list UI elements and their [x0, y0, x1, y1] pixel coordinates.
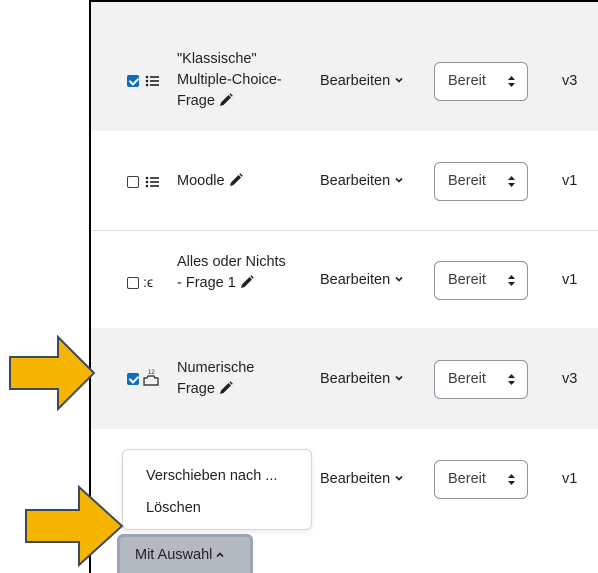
multichoice-icon: [145, 74, 159, 91]
status-select[interactable]: Bereit: [434, 460, 528, 499]
version-label: v1: [562, 471, 578, 487]
menu-item-move[interactable]: Verschieben nach ...: [146, 468, 277, 484]
callout-arrow-icon: [9, 335, 96, 411]
edit-menu-button[interactable]: Bearbeiten: [320, 272, 403, 288]
pencil-icon[interactable]: [219, 381, 233, 395]
chevron-down-icon: [395, 77, 403, 83]
question-name[interactable]: Moodle: [177, 171, 243, 192]
multichoice-icon: [145, 175, 159, 192]
callout-arrow-icon: [25, 485, 124, 567]
table-row: :ϵ Alles oder Nichts - Frage 1 Bearbeite…: [91, 230, 598, 329]
status-select[interactable]: Bereit: [434, 62, 528, 101]
sort-caret-icon: [508, 474, 515, 485]
sort-caret-icon: [508, 374, 515, 385]
chevron-down-icon: [395, 177, 403, 183]
version-label: v1: [562, 173, 578, 189]
status-select[interactable]: Bereit: [434, 162, 528, 201]
row-checkbox[interactable]: [127, 373, 139, 385]
pencil-icon[interactable]: [240, 275, 254, 289]
status-select[interactable]: Bereit: [434, 261, 528, 300]
bulk-action-menu: Verschieben nach ... Löschen: [122, 449, 312, 530]
question-name[interactable]: Alles oder Nichts - Frage 1: [177, 252, 286, 294]
sort-caret-icon: [508, 275, 515, 286]
chevron-up-icon: [216, 552, 224, 558]
with-selection-button[interactable]: Mit Auswahl: [117, 534, 253, 573]
row-checkbox[interactable]: [127, 176, 139, 188]
row-checkbox[interactable]: [127, 277, 139, 289]
menu-item-delete[interactable]: Löschen: [146, 500, 201, 516]
sort-caret-icon: [508, 176, 515, 187]
table-row: 12 Numerische Frage Bearbeiten Bereit v3: [91, 328, 598, 429]
table-row: "Klassische" Multiple-Choice- Frage Bear…: [91, 31, 598, 131]
chevron-down-icon: [395, 375, 403, 381]
question-name[interactable]: "Klassische" Multiple-Choice- Frage: [177, 49, 282, 112]
status-select[interactable]: Bereit: [434, 360, 528, 399]
row-checkbox[interactable]: [127, 75, 139, 87]
version-label: v3: [562, 73, 578, 89]
version-label: v3: [562, 371, 578, 387]
question-name[interactable]: Numerische Frage: [177, 358, 254, 400]
chevron-down-icon: [395, 276, 403, 282]
table-row-top-partial: [91, 2, 598, 31]
numerical-icon: 12: [143, 368, 159, 389]
svg-text:12: 12: [148, 370, 155, 376]
multianswer-icon: :ϵ: [143, 274, 154, 290]
edit-menu-button[interactable]: Bearbeiten: [320, 73, 403, 89]
pencil-icon[interactable]: [229, 173, 243, 187]
table-row: Moodle Bearbeiten Bereit v1: [91, 131, 598, 230]
chevron-down-icon: [395, 475, 403, 481]
pencil-icon[interactable]: [219, 93, 233, 107]
sort-caret-icon: [508, 76, 515, 87]
edit-menu-button[interactable]: Bearbeiten: [320, 371, 403, 387]
edit-menu-button[interactable]: Bearbeiten: [320, 173, 403, 189]
version-label: v1: [562, 272, 578, 288]
edit-menu-button[interactable]: Bearbeiten: [320, 471, 403, 487]
